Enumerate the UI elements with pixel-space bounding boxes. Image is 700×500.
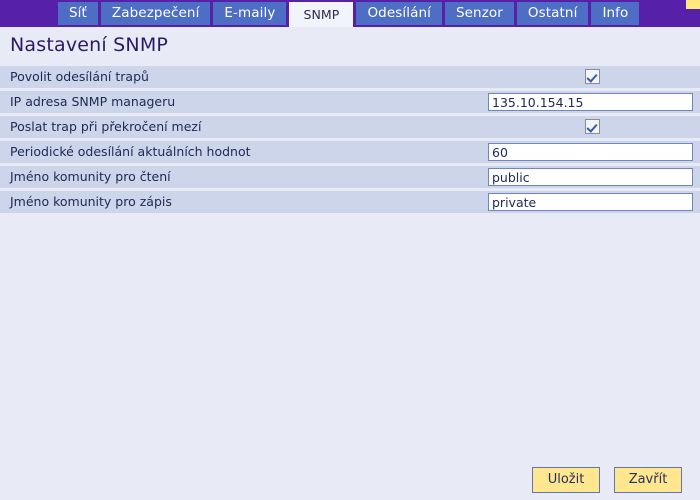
row-label-periodic-send-interval: Periodické odesílání aktuálních hodnot [10, 144, 251, 159]
row-snmp-manager-ip: IP adresa SNMP manageru [0, 91, 700, 113]
row-enable-traps: Povolit odesílání trapů [0, 66, 700, 88]
row-label-snmp-manager-ip: IP adresa SNMP manageru [10, 94, 176, 109]
tab-list: Síť Zabezpečení E-maily SNMP Odesílání S… [58, 2, 640, 27]
row-control-snmp-manager-ip [488, 91, 693, 113]
row-write-community: Jméno komunity pro zápis [0, 191, 700, 213]
tab-sit[interactable]: Síť [58, 2, 98, 25]
checkbox-trap-on-threshold[interactable] [585, 119, 600, 134]
write-community-input[interactable] [488, 193, 693, 211]
tab-ostatni[interactable]: Ostatní [516, 2, 589, 25]
row-control-read-community [488, 166, 693, 188]
row-label-enable-traps: Povolit odesílání trapů [10, 69, 149, 84]
checkbox-wrap-enable-traps [585, 69, 600, 84]
row-trap-on-threshold: Poslat trap při překročení mezí [0, 116, 700, 138]
checkbox-enable-traps[interactable] [585, 69, 600, 84]
corner-marker-icon [686, 0, 700, 9]
settings-form: Povolit odesílání trapů IP adresa SNMP m… [0, 66, 700, 216]
tab-emaily[interactable]: E-maily [213, 2, 287, 25]
tab-snmp[interactable]: SNMP [289, 2, 354, 27]
footer-button-bar: Uložit Zavřít [0, 467, 700, 493]
row-label-read-community: Jméno komunity pro čtení [10, 169, 171, 184]
tab-info[interactable]: Info [591, 2, 640, 25]
row-periodic-send-interval: Periodické odesílání aktuálních hodnot [0, 141, 700, 163]
tab-senzor[interactable]: Senzor [444, 2, 514, 25]
tab-zabezpeceni[interactable]: Zabezpečení [100, 2, 211, 25]
save-button[interactable]: Uložit [532, 467, 600, 493]
row-read-community: Jméno komunity pro čtení [0, 166, 700, 188]
row-control-write-community [488, 191, 693, 213]
periodic-send-interval-input[interactable] [488, 143, 693, 161]
row-label-trap-on-threshold: Poslat trap při překročení mezí [10, 119, 202, 134]
row-control-periodic-send-interval [488, 141, 693, 163]
tab-bar: Síť Zabezpečení E-maily SNMP Odesílání S… [0, 0, 700, 27]
page-title: Nastavení SNMP [10, 34, 169, 56]
read-community-input[interactable] [488, 168, 693, 186]
tab-odesilani[interactable]: Odesílání [356, 2, 442, 25]
close-button[interactable]: Zavřít [614, 467, 682, 493]
row-label-write-community: Jméno komunity pro zápis [10, 194, 172, 209]
checkbox-wrap-trap-on-threshold [585, 119, 600, 134]
snmp-manager-ip-input[interactable] [488, 93, 693, 111]
